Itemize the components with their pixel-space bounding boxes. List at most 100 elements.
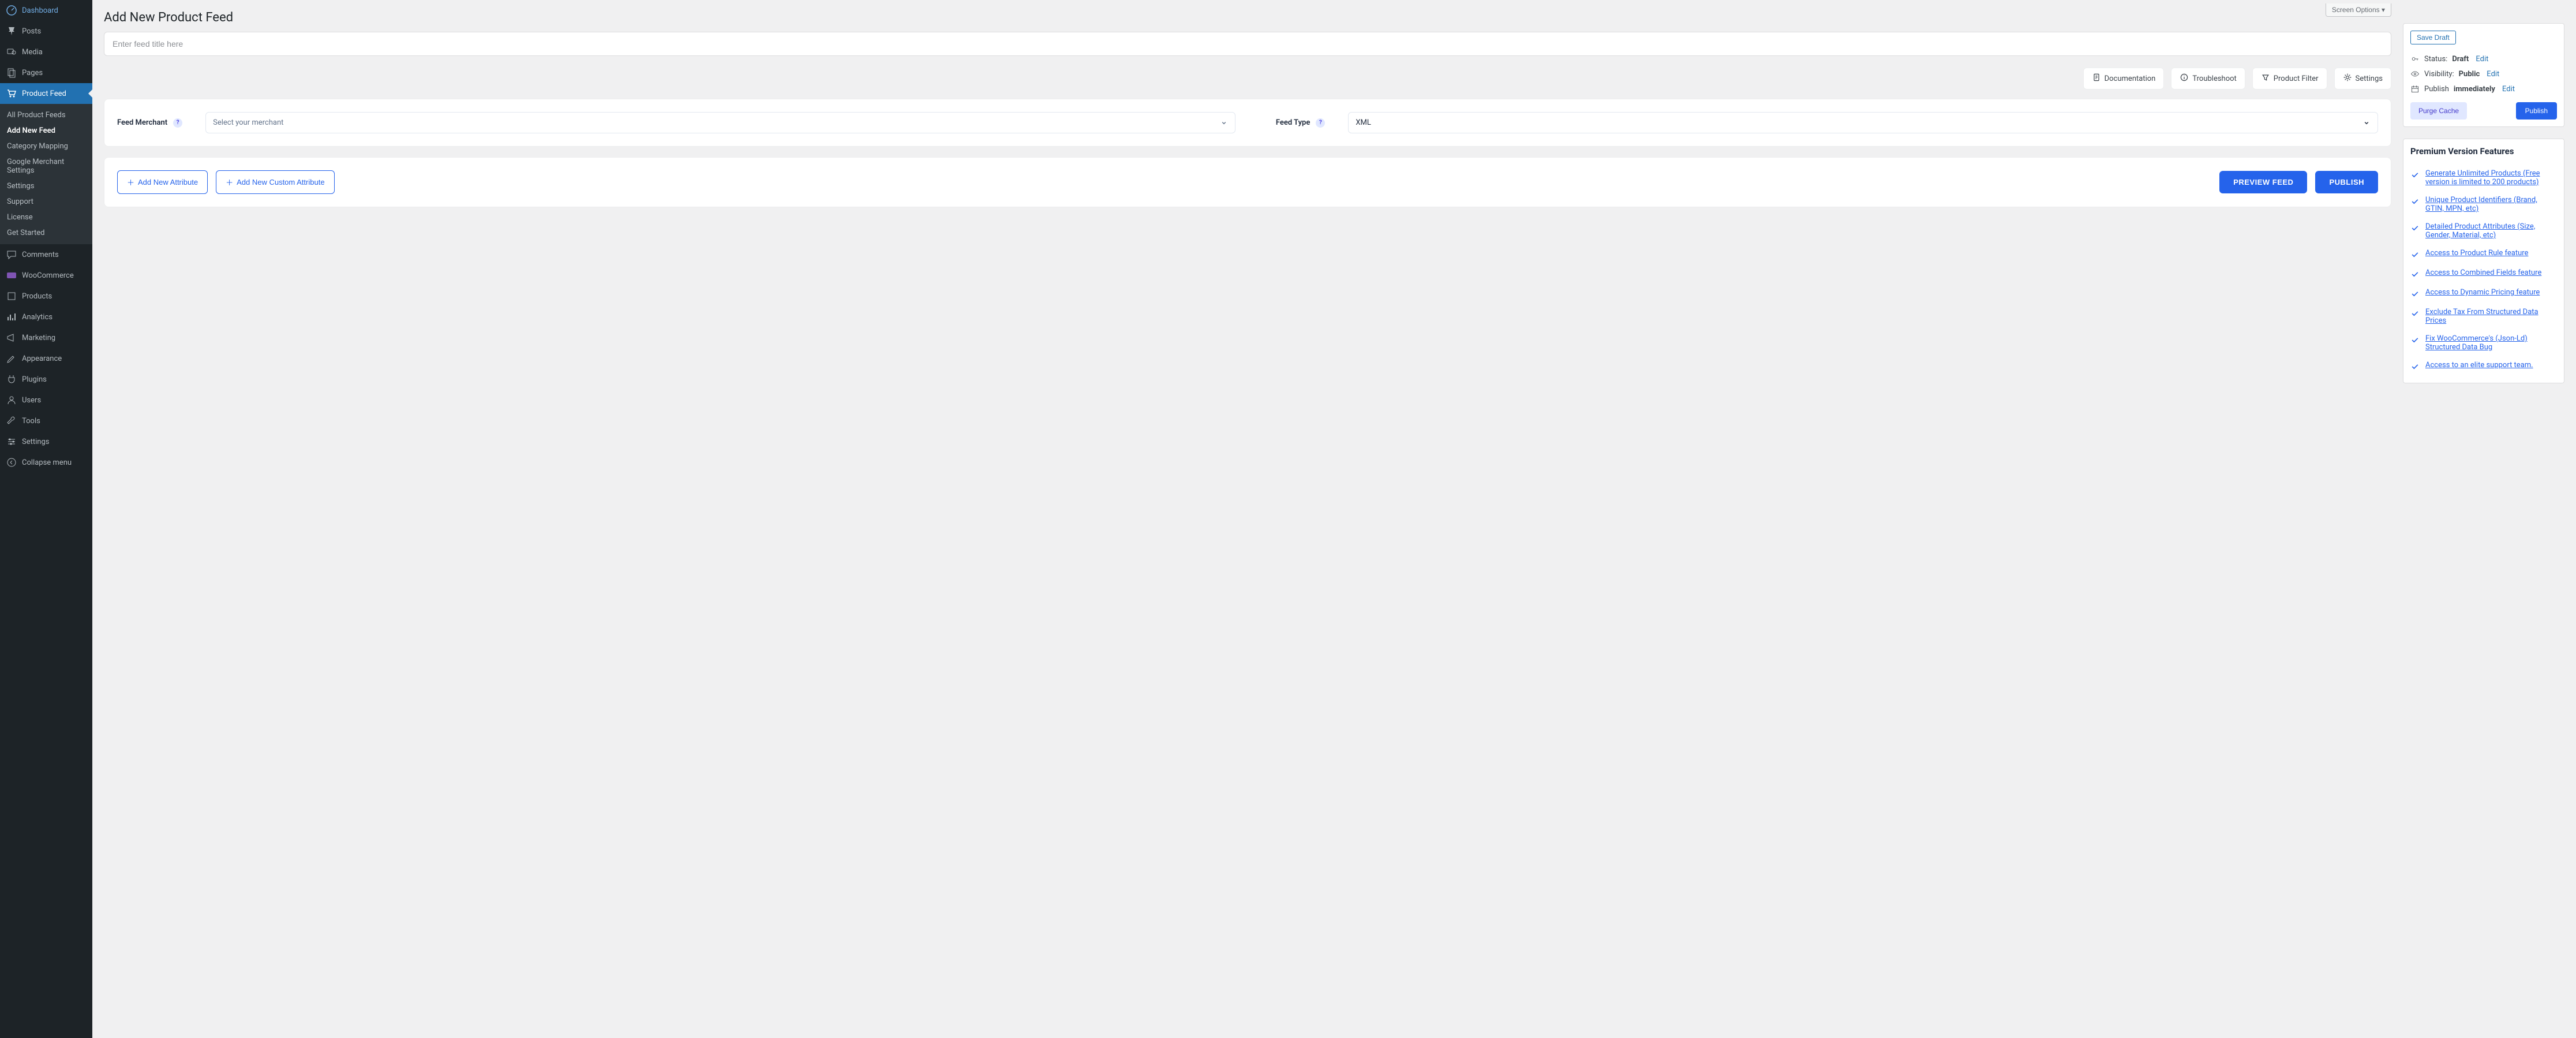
sidebar-item-collapse[interactable]: Collapse menu [0,452,92,473]
sidebar-item-marketing[interactable]: Marketing [0,327,92,348]
pages-icon [6,67,17,79]
cart-icon [6,88,17,99]
submenu-item-category-mapping[interactable]: Category Mapping [0,139,92,154]
chevron-down-icon [1220,119,1228,127]
check-icon [2410,270,2420,279]
submenu-item-add-new-feed[interactable]: Add New Feed [0,123,92,139]
submenu-item-settings[interactable]: Settings [0,178,92,194]
sidebar-item-label: Product Feed [22,89,66,98]
premium-feature-link[interactable]: Fix WooCommerce's (Json-Ld) Structured D… [2425,334,2557,352]
action-bar: Documentation Troubleshoot Product Filte… [104,68,2391,89]
sidebar-item-label: Tools [22,417,40,425]
help-icon[interactable]: ? [1316,118,1325,128]
premium-feature-link[interactable]: Access to Dynamic Pricing feature [2425,288,2540,298]
feed-title-input[interactable] [104,32,2391,56]
troubleshoot-button[interactable]: Troubleshoot [2171,68,2245,89]
sidebar-item-posts[interactable]: Posts [0,21,92,42]
submenu-item-license[interactable]: License [0,210,92,225]
feed-type-select[interactable]: XML [1348,112,2378,133]
save-draft-button[interactable]: Save Draft [2410,31,2456,44]
premium-feature-link[interactable]: Exclude Tax From Structured Data Prices [2425,308,2557,325]
user-icon [6,394,17,406]
pin-icon [6,25,17,37]
sidebar-item-label: Pages [22,69,43,77]
admin-sidebar: Dashboard Posts Media Pages Product Feed… [0,0,92,1038]
sidebar-item-media[interactable]: Media [0,42,92,62]
sidebar-item-users[interactable]: Users [0,390,92,410]
main-column: Add New Product Feed Screen Options ▾ Do… [92,0,2403,1038]
sidebar-item-label: WooCommerce [22,271,74,280]
chevron-down-icon [2362,119,2371,127]
premium-feature-list: Generate Unlimited Products (Free versio… [2410,165,2557,376]
screen-options-button[interactable]: Screen Options ▾ [2326,3,2391,17]
submenu-item-all-feeds[interactable]: All Product Feeds [0,107,92,123]
publish-button[interactable]: Publish [2516,102,2557,120]
comment-icon [6,249,17,260]
dashboard-icon [6,5,17,16]
feed-config-card: Feed Merchant ? Select your merchant Fee… [104,99,2391,147]
submenu-item-support[interactable]: Support [0,194,92,210]
status-row: Status: Draft Edit [2410,51,2557,66]
edit-status-link[interactable]: Edit [2476,55,2488,64]
plus-icon: ＋ [127,177,134,188]
product-filter-button[interactable]: Product Filter [2252,68,2327,89]
sidebar-item-appearance[interactable]: Appearance [0,348,92,369]
premium-feature-link[interactable]: Detailed Product Attributes (Size, Gende… [2425,222,2557,240]
sidebar-item-pages[interactable]: Pages [0,62,92,83]
check-icon [2410,197,2420,206]
settings-button[interactable]: Settings [2334,68,2391,89]
wrench-icon [6,415,17,427]
products-icon [6,290,17,302]
help-icon[interactable]: ? [173,118,182,128]
side-column: Save Draft Status: Draft Edit Visibility… [2403,0,2576,1038]
attribute-card: ＋ Add New Attribute ＋ Add New Custom Att… [104,157,2391,207]
sidebar-item-label: Appearance [22,354,62,363]
sidebar-item-tools[interactable]: Tools [0,410,92,431]
publish-feed-button[interactable]: PUBLISH [2315,171,2378,193]
add-attribute-button[interactable]: ＋ Add New Attribute [117,170,208,194]
sidebar-item-comments[interactable]: Comments [0,244,92,265]
premium-feature-link[interactable]: Generate Unlimited Products (Free versio… [2425,169,2557,186]
brush-icon [6,353,17,364]
add-custom-attribute-button[interactable]: ＋ Add New Custom Attribute [216,170,334,194]
feed-merchant-select[interactable]: Select your merchant [205,112,1235,133]
check-icon [2410,335,2420,345]
premium-feature-link[interactable]: Access to Combined Fields feature [2425,268,2541,279]
publish-date-row: Publish immediately Edit [2410,81,2557,96]
feed-type-label: Feed Type [1276,118,1311,127]
premium-feature-link[interactable]: Access to Product Rule feature [2425,249,2528,259]
premium-feature-link[interactable]: Access to an elite support team. [2425,361,2533,371]
document-icon [2092,73,2101,84]
sidebar-item-woocommerce[interactable]: WooCommerce [0,265,92,286]
sidebar-item-dashboard[interactable]: Dashboard [0,0,92,21]
premium-feature-link[interactable]: Unique Product Identifiers (Brand, GTIN,… [2425,196,2557,213]
edit-visibility-link[interactable]: Edit [2487,70,2499,79]
check-icon [2410,170,2420,180]
submenu-item-get-started[interactable]: Get Started [0,225,92,241]
check-icon [2410,362,2420,371]
sidebar-item-plugins[interactable]: Plugins [0,369,92,390]
sidebar-item-label: Posts [22,27,41,36]
sidebar-item-label: Users [22,396,41,405]
check-icon [2410,289,2420,298]
submenu-item-google-merchant[interactable]: Google Merchant Settings [0,154,92,178]
sliders-icon [6,436,17,447]
sidebar-item-product-feed[interactable]: Product Feed [0,83,92,104]
calendar-icon [2410,84,2420,94]
documentation-button[interactable]: Documentation [2083,68,2165,89]
edit-publish-date-link[interactable]: Edit [2502,85,2515,94]
sidebar-item-analytics[interactable]: Analytics [0,307,92,327]
preview-feed-button[interactable]: PREVIEW FEED [2219,171,2307,193]
visibility-row: Visibility: Public Edit [2410,66,2557,81]
megaphone-icon [6,332,17,343]
sidebar-item-label: Media [22,48,43,57]
purge-cache-button[interactable]: Purge Cache [2410,102,2467,120]
page-title: Add New Product Feed [104,6,233,32]
check-icon [2410,309,2420,318]
eye-icon [2410,69,2420,79]
sidebar-item-products[interactable]: Products [0,286,92,307]
premium-title: Premium Version Features [2410,146,2557,156]
collapse-icon [6,457,17,468]
sidebar-item-settings[interactable]: Settings [0,431,92,452]
premium-metabox: Premium Version Features Generate Unlimi… [2403,139,2564,383]
